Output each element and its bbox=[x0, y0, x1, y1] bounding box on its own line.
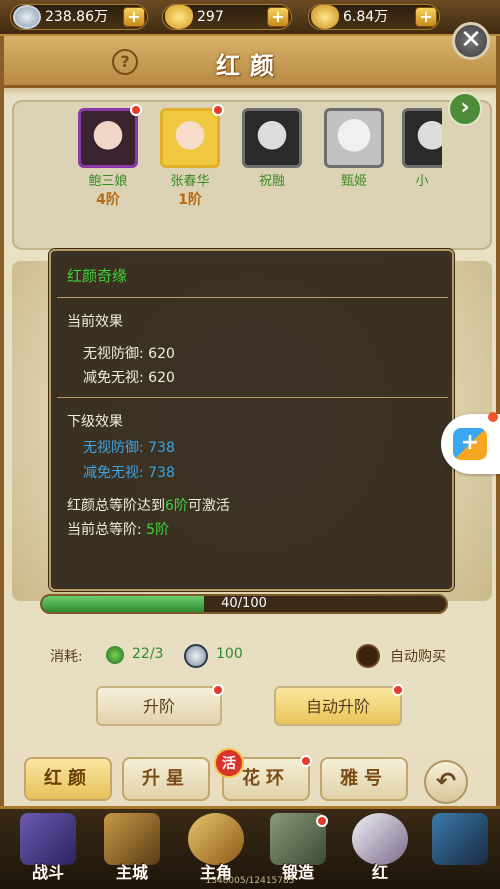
treasure-ingot-icon bbox=[311, 5, 339, 29]
notification-dot bbox=[488, 412, 498, 422]
auto-buy-label: 自动购买 bbox=[390, 649, 446, 665]
hero-card[interactable]: 小 bbox=[402, 108, 442, 189]
back-arrow-icon[interactable]: ↶ bbox=[424, 760, 468, 804]
divider bbox=[57, 297, 448, 298]
effect-value: 738 bbox=[148, 440, 175, 456]
effect-label: 无视防御: bbox=[83, 346, 144, 362]
hero-stage: 1阶 bbox=[178, 192, 202, 208]
hero-portrait bbox=[78, 108, 138, 168]
beauty-fan-icon bbox=[352, 813, 408, 865]
currency-bar: 238.86万 + 297 + 6.84万 + bbox=[0, 0, 500, 36]
progress-text: 40/100 bbox=[221, 596, 267, 611]
cost-item2: 100 bbox=[216, 646, 243, 662]
hero-portrait bbox=[324, 108, 384, 168]
effect-label: 减免无视: bbox=[83, 370, 144, 386]
add-silver-button[interactable]: + bbox=[123, 7, 145, 27]
hero-name: 张春华 bbox=[170, 174, 210, 189]
gold-value: 297 bbox=[197, 9, 224, 25]
flower-item-icon bbox=[106, 646, 124, 664]
next-effect-1: 无视防御: 738 bbox=[83, 437, 175, 457]
effect-value: 620 bbox=[148, 370, 175, 386]
effect-value: 620 bbox=[148, 346, 175, 362]
crossed-swords-icon bbox=[20, 813, 76, 865]
notification-dot bbox=[212, 684, 224, 696]
panel-title-bar: ? 红颜 bbox=[4, 36, 496, 88]
total-stage-label: 当前总等阶: bbox=[67, 522, 142, 538]
upgrade-button-label: 升阶 bbox=[142, 697, 175, 716]
hero-portrait bbox=[402, 108, 442, 168]
current-effect-header: 当前效果 bbox=[67, 314, 123, 330]
effect-tooltip: 红颜奇缘 当前效果 无视防御: 620 减免无视: 620 下级效果 无视防御:… bbox=[49, 249, 454, 591]
tab-star-up[interactable]: 升星 bbox=[122, 757, 210, 801]
notification-dot bbox=[392, 684, 404, 696]
activation-value: 6阶 bbox=[165, 498, 188, 514]
tab-wreath-label: 花环 bbox=[242, 768, 290, 789]
effect-value: 738 bbox=[148, 465, 175, 481]
stage-progress-bar: 40/100 bbox=[40, 594, 448, 614]
hero-name: 小 bbox=[415, 174, 429, 189]
add-treasure-button[interactable]: + bbox=[415, 7, 437, 27]
treasure-currency: 6.84万 + bbox=[308, 4, 440, 30]
next-effect-2: 减免无视: 738 bbox=[83, 462, 175, 482]
silver-currency: 238.86万 + bbox=[10, 4, 148, 30]
scroll-icon bbox=[432, 813, 488, 865]
silver-coin-icon bbox=[13, 5, 41, 29]
panel-title: 红颜 bbox=[216, 52, 284, 80]
gamepad-icon bbox=[453, 428, 487, 460]
tab-title[interactable]: 雅号 bbox=[320, 757, 408, 801]
current-effect-2: 减免无视: 620 bbox=[83, 367, 175, 387]
hero-card[interactable]: 甄姬 bbox=[322, 108, 386, 189]
silver-coin-icon bbox=[184, 644, 208, 668]
divider bbox=[57, 397, 448, 398]
cost-label: 消耗: bbox=[50, 649, 83, 665]
hero-name: 鲍三娘 bbox=[88, 174, 128, 189]
current-effect-1: 无视防御: 620 bbox=[83, 343, 175, 363]
total-stage-value: 5阶 bbox=[146, 522, 170, 538]
notification-dot bbox=[130, 104, 142, 116]
close-button[interactable]: ✕ bbox=[452, 22, 490, 60]
auto-buy-checkbox[interactable] bbox=[356, 644, 380, 668]
hero-stage: 4阶 bbox=[96, 192, 120, 208]
auto-upgrade-button[interactable]: 自动升阶 bbox=[274, 684, 404, 726]
silver-value: 238.86万 bbox=[45, 9, 108, 25]
effect-label: 减免无视: bbox=[83, 465, 144, 481]
version-counter: 1348005/12415785 bbox=[205, 876, 295, 886]
activation-pre: 红颜总等阶达到 bbox=[67, 498, 165, 514]
hero-portrait bbox=[160, 108, 220, 168]
total-stage: 当前总等阶: 5阶 bbox=[67, 519, 169, 539]
hero-strip: 鲍三娘 4阶 张春华 1阶 祝融 甄姬 小 bbox=[12, 100, 492, 250]
treasure-value: 6.84万 bbox=[343, 9, 389, 25]
hero-portrait bbox=[242, 108, 302, 168]
chevron-right-icon[interactable]: › bbox=[448, 92, 482, 126]
add-gold-button[interactable]: + bbox=[267, 7, 289, 27]
cost-item1: 22/3 bbox=[132, 646, 164, 662]
gold-currency: 297 + bbox=[162, 4, 292, 30]
hero-card[interactable]: 祝融 bbox=[240, 108, 304, 189]
event-badge: 活 bbox=[214, 748, 244, 778]
hero-name: 甄姬 bbox=[340, 174, 367, 189]
effect-label: 无视防御: bbox=[83, 440, 144, 456]
auto-upgrade-label: 自动升阶 bbox=[305, 697, 370, 716]
hero-card[interactable]: 张春华 1阶 bbox=[158, 104, 224, 209]
hero-helmet-icon bbox=[188, 813, 244, 865]
activation-condition: 红颜总等阶达到6阶可激活 bbox=[67, 495, 230, 515]
floating-widget[interactable] bbox=[441, 412, 500, 474]
notification-dot bbox=[300, 755, 312, 767]
city-building-icon bbox=[104, 813, 160, 865]
hero-card[interactable]: 鲍三娘 4阶 bbox=[76, 104, 142, 209]
notification-dot bbox=[316, 815, 328, 827]
tab-beauty[interactable]: 红颜 bbox=[24, 757, 112, 801]
next-effect-header: 下级效果 bbox=[67, 414, 123, 430]
gold-ingot-icon bbox=[165, 5, 193, 29]
notification-dot bbox=[212, 104, 224, 116]
tooltip-title: 红颜奇缘 bbox=[67, 267, 128, 285]
hero-name: 祝融 bbox=[258, 174, 285, 189]
upgrade-button[interactable]: 升阶 bbox=[96, 684, 224, 726]
activation-post: 可激活 bbox=[187, 498, 230, 514]
